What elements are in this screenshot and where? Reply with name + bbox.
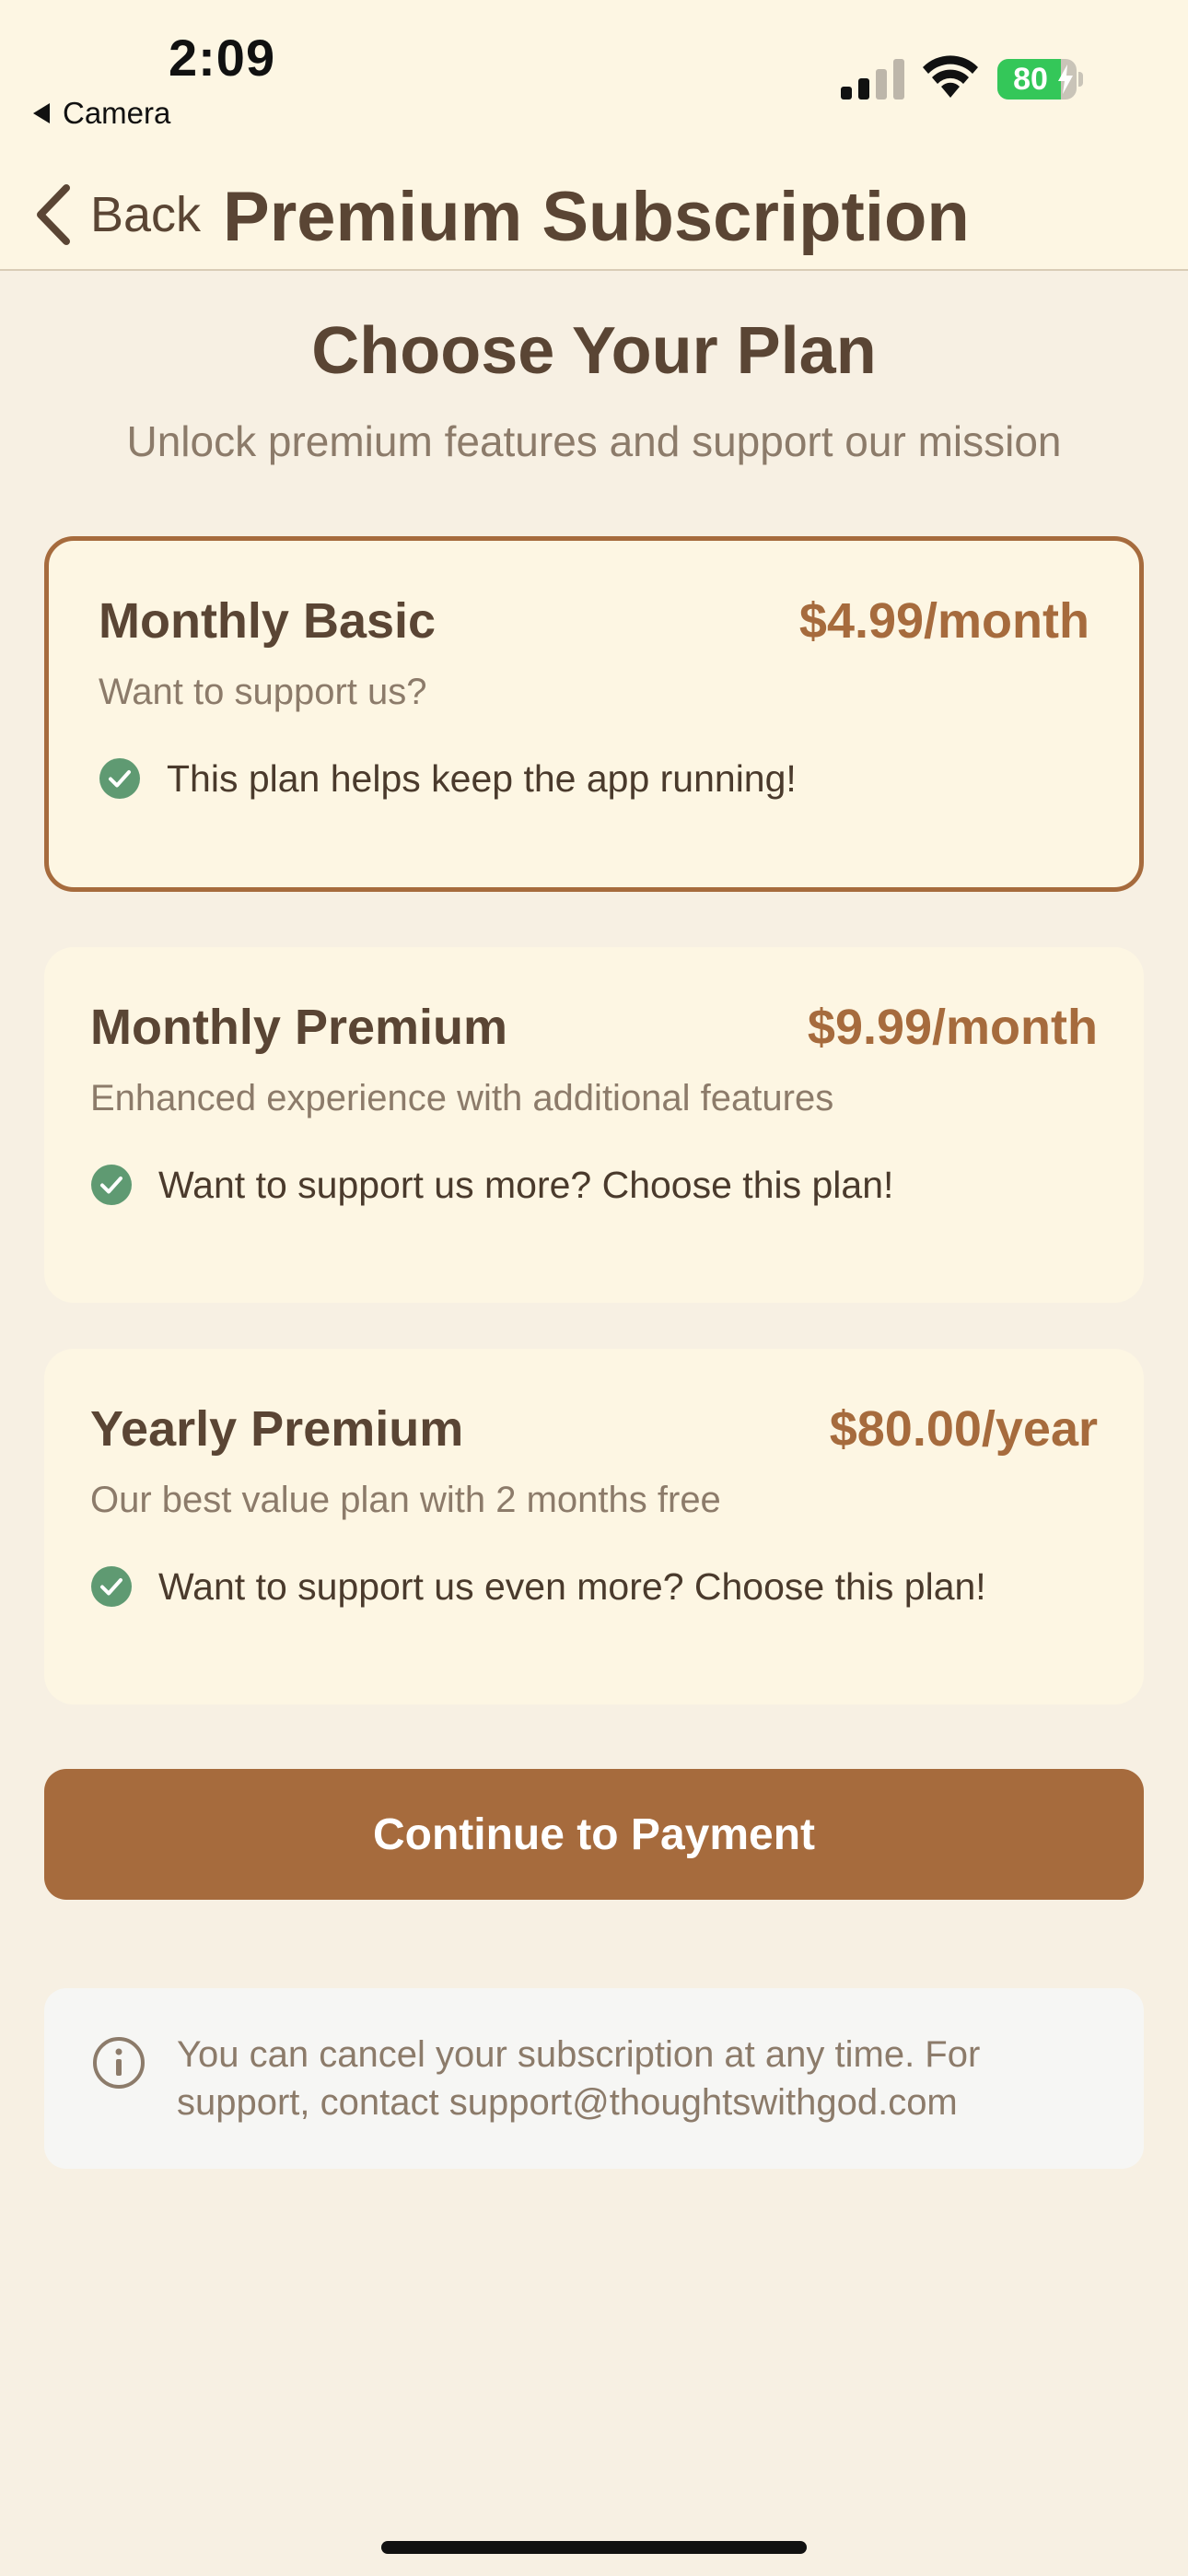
plan-feature: Want to support us more? Choose this pla…: [90, 1157, 893, 1212]
status-time: 2:09: [169, 29, 276, 87]
back-triangle-icon: [33, 103, 50, 123]
battery-indicator: 80: [997, 59, 1083, 100]
check-circle-icon: [99, 758, 140, 799]
plan-feature-text: This plan helps keep the app running!: [167, 756, 797, 800]
check-circle-icon: [91, 1566, 132, 1607]
plan-card-monthly-premium[interactable]: Monthly Premium $9.99/month Enhanced exp…: [44, 947, 1144, 1303]
cellular-signal-icon: [841, 59, 904, 100]
plan-price: $80.00/year: [829, 1401, 1098, 1457]
plan-price: $4.99/month: [798, 593, 1089, 649]
plan-feature: Want to support us even more? Choose thi…: [90, 1559, 986, 1614]
plan-description: Want to support us?: [99, 672, 427, 712]
charging-bolt-icon: [1058, 64, 1073, 94]
status-back-to-app[interactable]: Camera: [33, 96, 170, 131]
battery-tip: [1078, 72, 1083, 87]
check-circle-icon: [91, 1165, 132, 1205]
info-box: You can cancel your subscription at any …: [44, 1988, 1144, 2169]
plan-card-monthly-basic[interactable]: Monthly Basic $4.99/month Want to suppor…: [44, 536, 1144, 892]
plan-description: Enhanced experience with additional feat…: [90, 1078, 834, 1118]
page-title: Choose Your Plan: [311, 314, 877, 388]
plan-feature-text: Want to support us more? Choose this pla…: [158, 1163, 894, 1206]
plan-name: Monthly Premium: [90, 1000, 508, 1055]
battery-body: 80: [997, 59, 1077, 100]
continue-to-payment-button[interactable]: Continue to Payment: [44, 1769, 1144, 1900]
status-back-app-label: Camera: [63, 96, 171, 130]
plan-feature: This plan helps keep the app running!: [99, 751, 797, 806]
wifi-icon: [923, 55, 978, 98]
info-icon: [93, 2037, 145, 2089]
navigation-bar: Back Premium Subscription: [0, 157, 1188, 271]
plan-feature-text: Want to support us even more? Choose thi…: [158, 1564, 986, 1608]
plan-name: Yearly Premium: [90, 1401, 464, 1457]
chevron-left-icon: [37, 184, 70, 245]
plan-description: Our best value plan with 2 months free: [90, 1480, 721, 1520]
battery-percent: 80: [1013, 62, 1048, 97]
back-button[interactable]: Back: [33, 182, 201, 247]
back-label: Back: [90, 187, 202, 242]
status-bar: 2:09 Camera 80: [0, 0, 1188, 157]
plan-price: $9.99/month: [807, 1000, 1098, 1055]
plan-card-yearly-premium[interactable]: Yearly Premium $80.00/year Our best valu…: [44, 1349, 1144, 1704]
nav-title: Premium Subscription: [223, 178, 970, 256]
info-text: You can cancel your subscription at any …: [177, 2034, 981, 2123]
page-subtitle: Unlock premium features and support our …: [126, 417, 1062, 465]
plan-name: Monthly Basic: [99, 593, 437, 649]
home-indicator[interactable]: [381, 2541, 807, 2554]
